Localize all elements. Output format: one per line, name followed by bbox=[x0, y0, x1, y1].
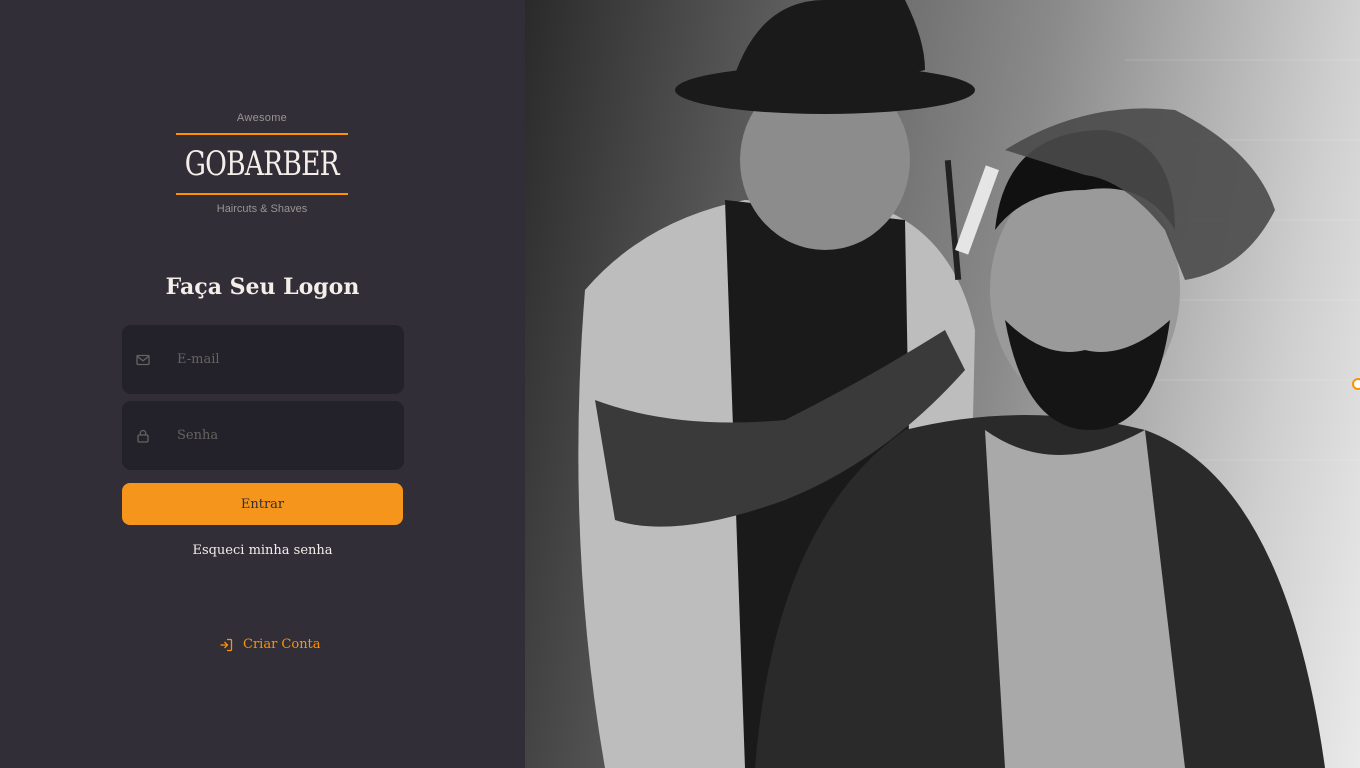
edge-indicator-dot bbox=[1352, 378, 1360, 390]
logo-tagline-top: Awesome bbox=[236, 112, 288, 124]
password-input[interactable] bbox=[175, 427, 379, 444]
logo-tagline-bottom: Haircuts & Shaves bbox=[216, 203, 308, 215]
create-account-link[interactable]: Criar Conta bbox=[219, 637, 321, 652]
login-page: Awesome GOBARBER Haircuts & Shaves Faça … bbox=[0, 0, 1360, 768]
logo-rule-bottom bbox=[176, 193, 348, 195]
gobarber-logo: Awesome GOBARBER Haircuts & Shaves bbox=[176, 110, 348, 220]
forgot-password-link[interactable]: Esqueci minha senha bbox=[122, 543, 403, 558]
email-input[interactable] bbox=[175, 351, 379, 368]
barber-photo bbox=[525, 0, 1360, 768]
email-field[interactable] bbox=[122, 325, 404, 394]
mail-icon bbox=[135, 352, 151, 368]
create-account-label: Criar Conta bbox=[243, 637, 321, 652]
submit-button[interactable]: Entrar bbox=[122, 483, 403, 525]
barber-photo-illustration bbox=[578, 0, 1360, 768]
lock-icon bbox=[135, 428, 151, 444]
page-title: Faça Seu Logon bbox=[165, 274, 360, 300]
log-in-icon bbox=[219, 638, 233, 652]
password-field[interactable] bbox=[122, 401, 404, 470]
logo-brand-row: GOBARBER bbox=[176, 135, 348, 193]
logo-brand: GOBARBER bbox=[184, 144, 340, 184]
login-panel: Awesome GOBARBER Haircuts & Shaves Faça … bbox=[0, 0, 525, 768]
